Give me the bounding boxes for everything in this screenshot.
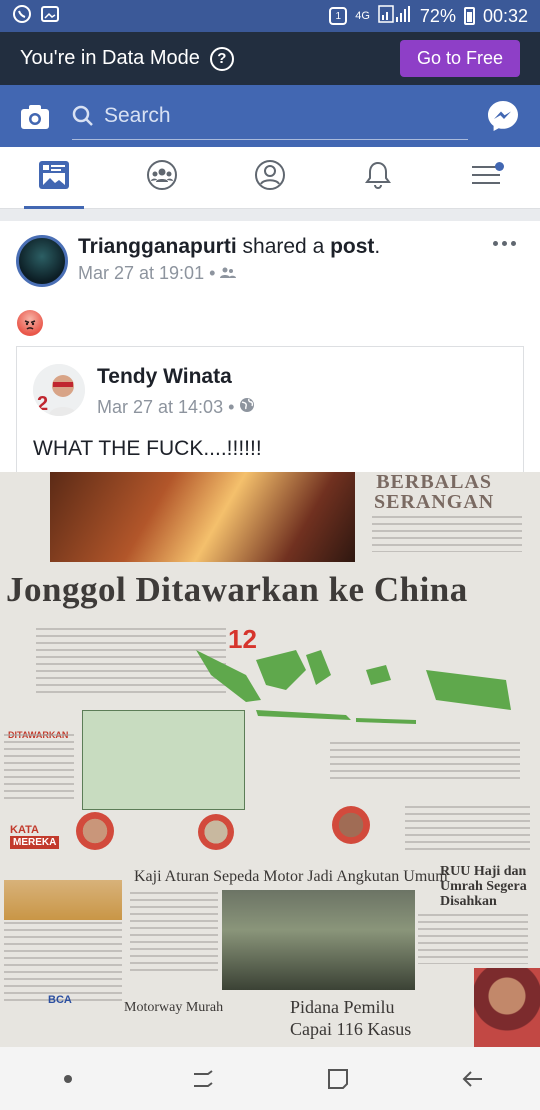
clock: 00:32 [482,5,528,26]
data-mode-bar: You're in Data Mode ? Go to Free [0,32,540,85]
woman-photo [474,968,540,1047]
status-left [12,4,60,29]
globe-icon [239,397,255,418]
help-icon[interactable]: ? [209,46,234,71]
search-placeholder: Search [104,103,171,127]
image-notification-icon [40,4,60,29]
tab-news-feed[interactable] [24,148,84,209]
post-time-text[interactable]: Mar 27 at 19:01 • [78,263,215,284]
status-bar: 1 4G 72% 00:32 [0,0,540,32]
shared-post-card[interactable]: 2 Tendy Winata Mar 27 at 14:03 • WHAT TH… [16,346,524,472]
main-nav [0,147,540,209]
profile-icon [254,159,286,196]
back-icon[interactable] [443,1054,503,1104]
text-column [405,806,530,852]
text-column [130,892,218,972]
feed-post: Triangganapurti shared a post. Mar 27 at… [0,221,540,1047]
text-column [4,734,74,804]
notifications-icon [363,159,393,196]
android-nav-bar [0,1047,540,1110]
network-type: 4G [355,10,370,22]
post-meta: Triangganapurti shared a post. Mar 27 at… [78,235,380,287]
friends-icon [220,263,237,284]
svg-text:2: 2 [37,393,48,415]
jonggol-map [82,710,245,810]
mereka-label: MEREKA [10,836,60,849]
go-to-free-button[interactable]: Go to Free [399,40,520,77]
avatar[interactable] [16,235,68,287]
shared-post-text: WHAT THE FUCK....!!!!!! [33,437,262,460]
data-mode-message: You're in Data Mode [20,47,200,69]
angry-emoji-icon [17,310,43,336]
recent-apps-icon[interactable] [173,1054,233,1104]
signal-icon [378,4,412,28]
kata-label: KATA [10,824,39,836]
text-column [418,914,528,964]
bca-ad: BCA [48,994,72,1006]
shared-post-link[interactable]: post [330,235,374,258]
fire-photo [50,472,355,562]
status-right: 1 4G 72% 00:32 [329,4,528,28]
more-options-icon[interactable] [493,241,516,246]
search-icon [72,105,94,127]
camera-icon[interactable] [20,104,50,129]
tab-notifications[interactable] [348,148,408,208]
messenger-icon[interactable] [486,99,520,133]
story-headline-3: Motorway Murah [124,1000,224,1015]
battery-percent: 72% [419,5,456,26]
tab-menu[interactable] [456,148,516,208]
person-photo [198,814,234,850]
dot-icon[interactable] [38,1054,98,1104]
person-photo [332,806,370,844]
text-column [4,922,122,1002]
home-icon[interactable] [308,1054,368,1104]
story-headline-1: Kaji Aturan Sepeda Motor Jadi Angkutan U… [134,868,448,885]
text-column [330,742,520,782]
person-photo [76,812,114,850]
photo-headline: Jonggol Ditawarkan ke China [6,570,468,609]
motorcycle-photo [222,890,415,990]
groups-icon [146,159,178,196]
post-title-punct: . [374,235,381,258]
menu-badge-dot [495,161,504,171]
post-timestamp: Mar 27 at 19:01 • [78,263,380,284]
post-photo[interactable]: BERBALAS SERANGAN Jonggol Ditawarkan ke … [0,472,540,1047]
story-headline-4: Pidana Pemilu Capai 116 Kasus [290,997,412,1039]
feed-divider [0,209,540,221]
facebook-lite-screen: 1 4G 72% 00:32 You're in Data Mode ? Go … [0,0,540,1110]
news-feed-icon [38,160,70,195]
shared-time-text[interactable]: Mar 27 at 14:03 • [97,397,234,418]
tab-groups[interactable] [132,148,192,208]
story-headline-2: RUU Haji dan Umrah Segera Disahkan [440,864,527,909]
battery-icon [463,7,475,25]
post-author[interactable]: Triangganapurti [78,235,237,258]
tab-profile[interactable] [240,148,300,208]
coin-ad [4,880,122,920]
shared-author-name[interactable]: Tendy Winata [97,365,232,389]
photo-top-headline: BERBALAS SERANGAN [374,472,495,513]
post-action: shared a [236,235,331,258]
shared-author-avatar[interactable]: 2 [33,364,85,416]
shared-timestamp: Mar 27 at 14:03 • [97,397,255,418]
post-title: Triangganapurti shared a post. [78,235,380,259]
whatsapp-icon [12,4,32,29]
post-header: Triangganapurti shared a post. Mar 27 at… [16,235,380,287]
search-input[interactable]: Search [72,92,468,140]
search-bar: Search [0,85,540,147]
notification-count-icon: 1 [329,7,348,25]
text-column [372,516,522,552]
